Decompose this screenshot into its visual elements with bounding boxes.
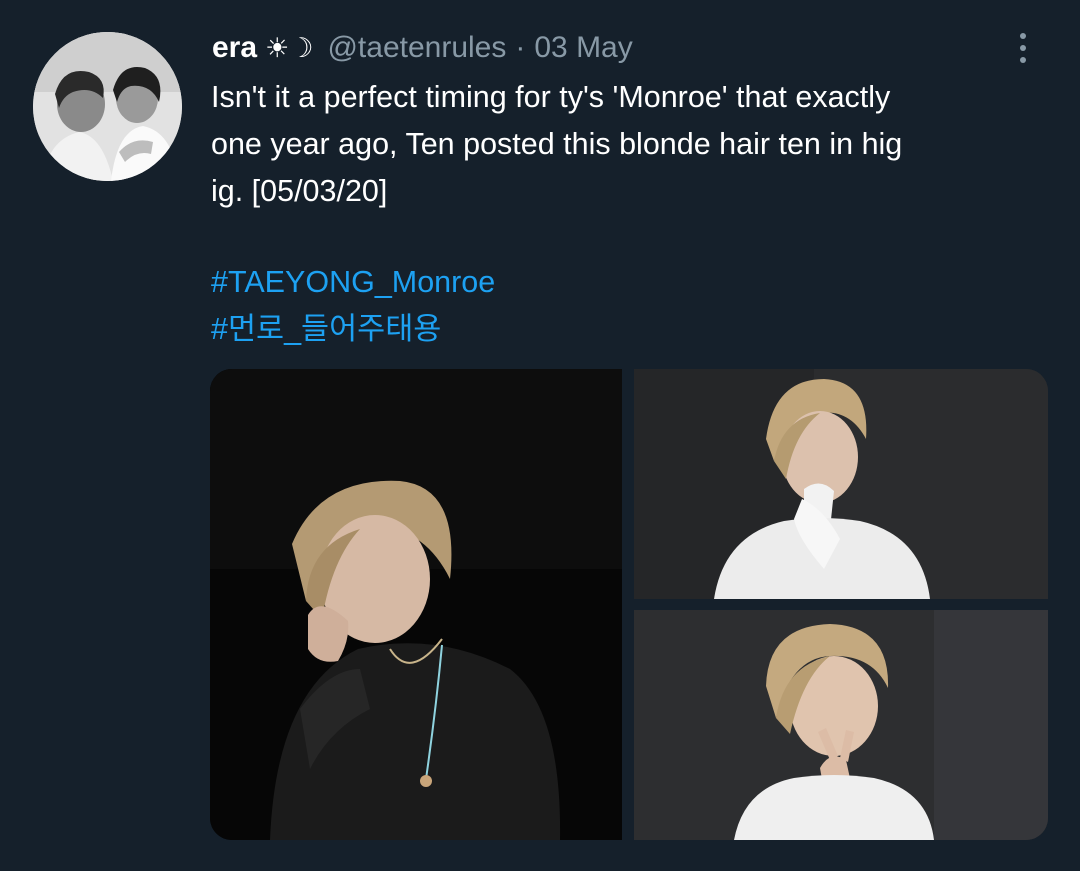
timestamp[interactable]: 03 May xyxy=(534,31,632,65)
photo-2[interactable] xyxy=(634,369,1048,599)
more-options-button[interactable] xyxy=(1008,28,1038,68)
tweet-header: era ☀︎☽ @taetenrules · 03 May xyxy=(212,26,633,70)
media-grid xyxy=(210,369,1048,840)
avatar-photo xyxy=(33,32,182,181)
tweet-text-line: ig. [05/03/20] xyxy=(211,174,388,208)
separator-dot: · xyxy=(515,31,526,64)
photo-2-image xyxy=(634,369,1048,599)
more-vertical-icon-dot xyxy=(1020,57,1026,63)
more-vertical-icon xyxy=(1020,33,1026,39)
hashtag-link[interactable]: #먼로_들어주태용 xyxy=(211,306,495,353)
tweet-text-line: one year ago, Ten posted this blonde hai… xyxy=(211,127,903,161)
photo-3[interactable] xyxy=(634,610,1048,840)
tweet-text: Isn't it a perfect timing for ty's 'Monr… xyxy=(211,74,1031,215)
tweet-text-line: Isn't it a perfect timing for ty's 'Monr… xyxy=(211,80,891,114)
tweet[interactable]: era ☀︎☽ @taetenrules · 03 May Isn't it a… xyxy=(0,0,1080,871)
photo-1-image xyxy=(210,369,622,840)
avatar[interactable] xyxy=(33,32,182,181)
photo-3-image xyxy=(634,610,1048,840)
hashtags: #TAEYONG_Monroe #먼로_들어주태용 xyxy=(211,259,495,353)
hashtag-link[interactable]: #TAEYONG_Monroe xyxy=(211,259,495,306)
user-handle[interactable]: @taetenrules xyxy=(327,31,506,65)
photo-1[interactable] xyxy=(210,369,622,840)
name-emoji: ☀︎☽ xyxy=(265,32,314,64)
display-name[interactable]: era xyxy=(212,31,257,65)
more-vertical-icon-dot xyxy=(1020,45,1026,51)
